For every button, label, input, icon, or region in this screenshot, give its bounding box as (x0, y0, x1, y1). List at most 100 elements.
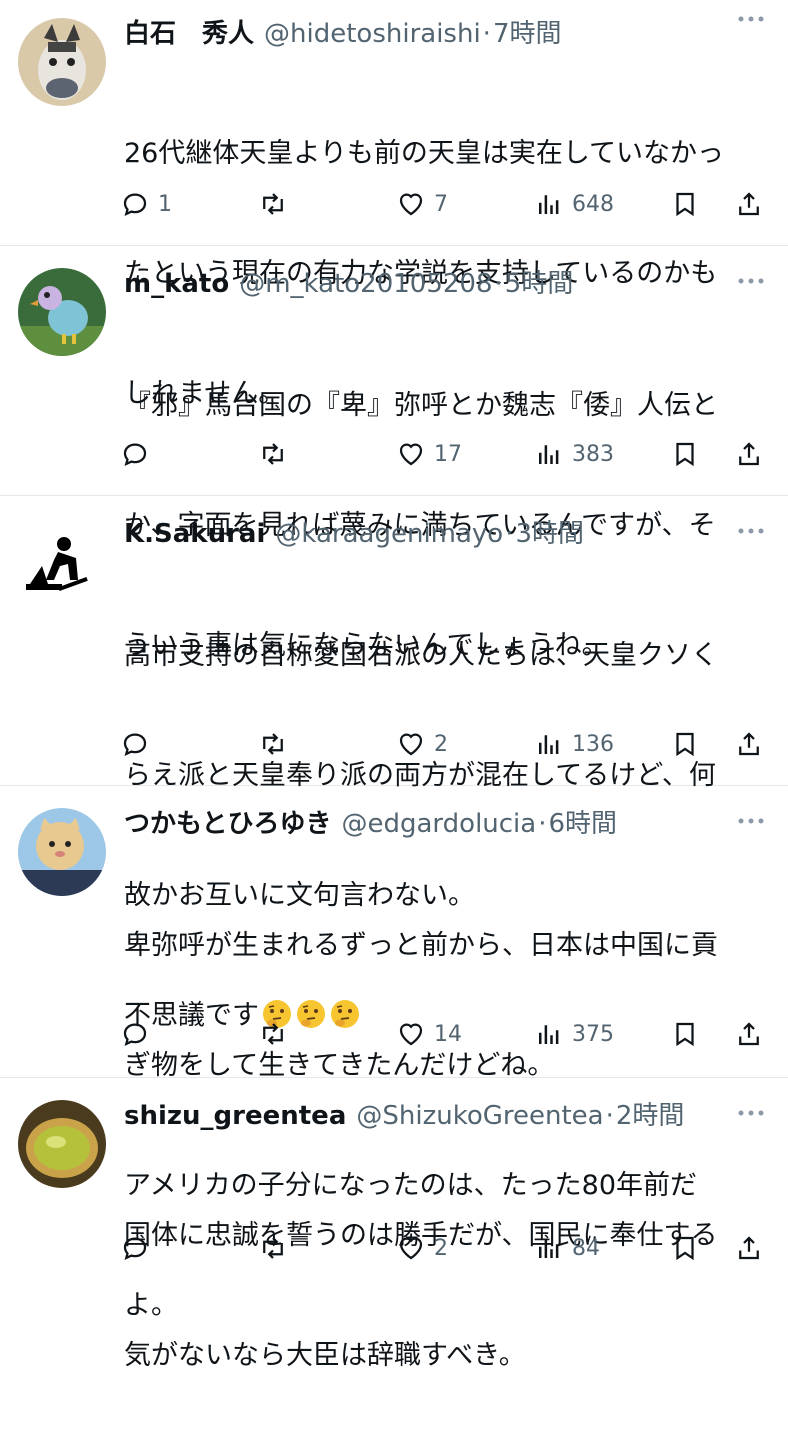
like-count: 14 (434, 1021, 462, 1047)
view-count: 375 (572, 1021, 614, 1047)
share-button[interactable] (734, 184, 764, 224)
like-count: 2 (434, 731, 448, 757)
separator-dot: · (605, 1101, 614, 1131)
display-name[interactable]: shizu_greentea (124, 1096, 346, 1136)
more-options-icon[interactable] (734, 1098, 768, 1128)
views-button[interactable]: 648 (534, 184, 614, 224)
more-options-icon[interactable] (734, 806, 768, 836)
tweet[interactable]: 白石 秀人 @hidetoshiraishi · 7時間 26代継体天皇よりも前… (0, 0, 788, 409)
reply-icon (123, 733, 147, 757)
retweet-button[interactable] (258, 1014, 288, 1054)
user-handle[interactable]: @karaagenimayo (275, 514, 503, 554)
like-button[interactable]: 17 (396, 434, 462, 474)
bookmark-icon (676, 442, 694, 467)
user-handle[interactable]: @m_kato20105208 (239, 264, 492, 304)
like-button[interactable]: 7 (396, 184, 448, 224)
share-icon (739, 192, 759, 216)
heart-icon (399, 193, 423, 216)
view-count: 84 (572, 1235, 600, 1261)
display-name[interactable]: 白石 秀人 (124, 14, 254, 54)
like-button[interactable]: 2 (396, 724, 448, 764)
avatar[interactable] (18, 268, 106, 356)
views-button[interactable]: 84 (534, 1228, 600, 1268)
share-button[interactable] (734, 1014, 764, 1054)
display-name[interactable]: m_kato (124, 264, 229, 304)
share-button[interactable] (734, 724, 764, 764)
user-handle[interactable]: @edgardolucia (341, 804, 536, 844)
tweet-header: 白石 秀人 @hidetoshiraishi · 7時間 (124, 14, 561, 54)
avatar[interactable] (18, 18, 106, 106)
user-handle[interactable]: @hidetoshiraishi (264, 14, 481, 54)
retweet-button[interactable] (258, 434, 288, 474)
timestamp[interactable]: 6時間 (548, 804, 617, 844)
retweet-button[interactable] (258, 184, 288, 224)
reply-icon (123, 443, 147, 467)
timestamp[interactable]: 2時間 (616, 1096, 685, 1136)
avatar[interactable] (18, 518, 106, 606)
reply-count: 1 (158, 191, 172, 217)
reply-icon (123, 1237, 147, 1261)
reply-button[interactable]: 1 (120, 184, 172, 224)
action-bar: 17 383 (120, 434, 774, 474)
share-button[interactable] (734, 1228, 764, 1268)
tweet-text-line: 気がないなら大臣は辞職すべき。 (124, 1340, 526, 1371)
tweet-header: m_kato @m_kato20105208 · 5時間 (124, 264, 573, 304)
views-button[interactable]: 375 (534, 1014, 614, 1054)
bookmark-button[interactable] (670, 434, 700, 474)
reply-button[interactable] (120, 434, 150, 474)
like-count: 7 (434, 191, 448, 217)
tweet-header: shizu_greentea @ShizukoGreentea · 2時間 (124, 1096, 684, 1136)
retweet-icon (263, 443, 283, 465)
like-count: 2 (434, 1235, 448, 1261)
separator-dot: · (482, 19, 491, 49)
timestamp[interactable]: 7時間 (493, 14, 562, 54)
display-name[interactable]: つかもとひろゆき (124, 804, 331, 844)
analytics-icon (539, 195, 559, 214)
retweet-button[interactable] (258, 724, 288, 764)
analytics-icon (539, 1025, 559, 1044)
reply-icon (123, 1023, 147, 1047)
like-button[interactable]: 2 (396, 1228, 448, 1268)
action-bar: 14 375 (120, 1014, 774, 1054)
bookmark-button[interactable] (670, 184, 700, 224)
share-button[interactable] (734, 434, 764, 474)
bookmark-button[interactable] (670, 1014, 700, 1054)
timestamp[interactable]: 5時間 (505, 264, 574, 304)
avatar[interactable] (18, 1100, 106, 1188)
more-options-icon[interactable] (734, 266, 768, 296)
tweet[interactable]: つかもとひろゆき @edgardolucia · 6時間 卑弥呼が生まれるずっと… (0, 786, 788, 1321)
tweet-header: K.Sakurai @karaagenimayo · 3時間 (124, 514, 584, 554)
tweet[interactable]: shizu_greentea @ShizukoGreentea · 2時間 国体… (0, 1078, 788, 1371)
retweet-icon (263, 193, 283, 215)
display-name[interactable]: K.Sakurai (124, 514, 265, 554)
analytics-icon (539, 445, 559, 464)
separator-dot: · (538, 809, 547, 839)
bookmark-icon (676, 1022, 694, 1047)
tweet-header: つかもとひろゆき @edgardolucia · 6時間 (124, 804, 617, 844)
views-button[interactable]: 383 (534, 434, 614, 474)
bookmark-button[interactable] (670, 1228, 700, 1268)
tweet[interactable]: m_kato @m_kato20105208 · 5時間 『邪』馬台国の『卑』弥… (0, 246, 788, 661)
action-bar: 2 136 (120, 724, 774, 764)
reply-button[interactable] (120, 1228, 150, 1268)
timestamp[interactable]: 3時間 (515, 514, 584, 554)
more-options-icon[interactable] (734, 516, 768, 546)
view-count: 136 (572, 731, 614, 757)
user-handle[interactable]: @ShizukoGreentea (356, 1096, 603, 1136)
heart-icon (399, 733, 423, 756)
bookmark-button[interactable] (670, 724, 700, 764)
avatar[interactable] (18, 808, 106, 896)
retweet-icon (263, 1023, 283, 1045)
heart-icon (399, 1023, 423, 1046)
views-button[interactable]: 136 (534, 724, 614, 764)
reply-button[interactable] (120, 1014, 150, 1054)
reply-button[interactable] (120, 724, 150, 764)
like-count: 17 (434, 441, 462, 467)
like-button[interactable]: 14 (396, 1014, 462, 1054)
analytics-icon (539, 735, 559, 754)
action-bar: 1 7 648 (120, 184, 774, 224)
more-options-icon[interactable] (734, 4, 768, 34)
retweet-button[interactable] (258, 1228, 288, 1268)
tweet[interactable]: K.Sakurai @karaagenimayo · 3時間 高市支持の自称愛国… (0, 496, 788, 1031)
separator-dot: · (494, 269, 503, 299)
